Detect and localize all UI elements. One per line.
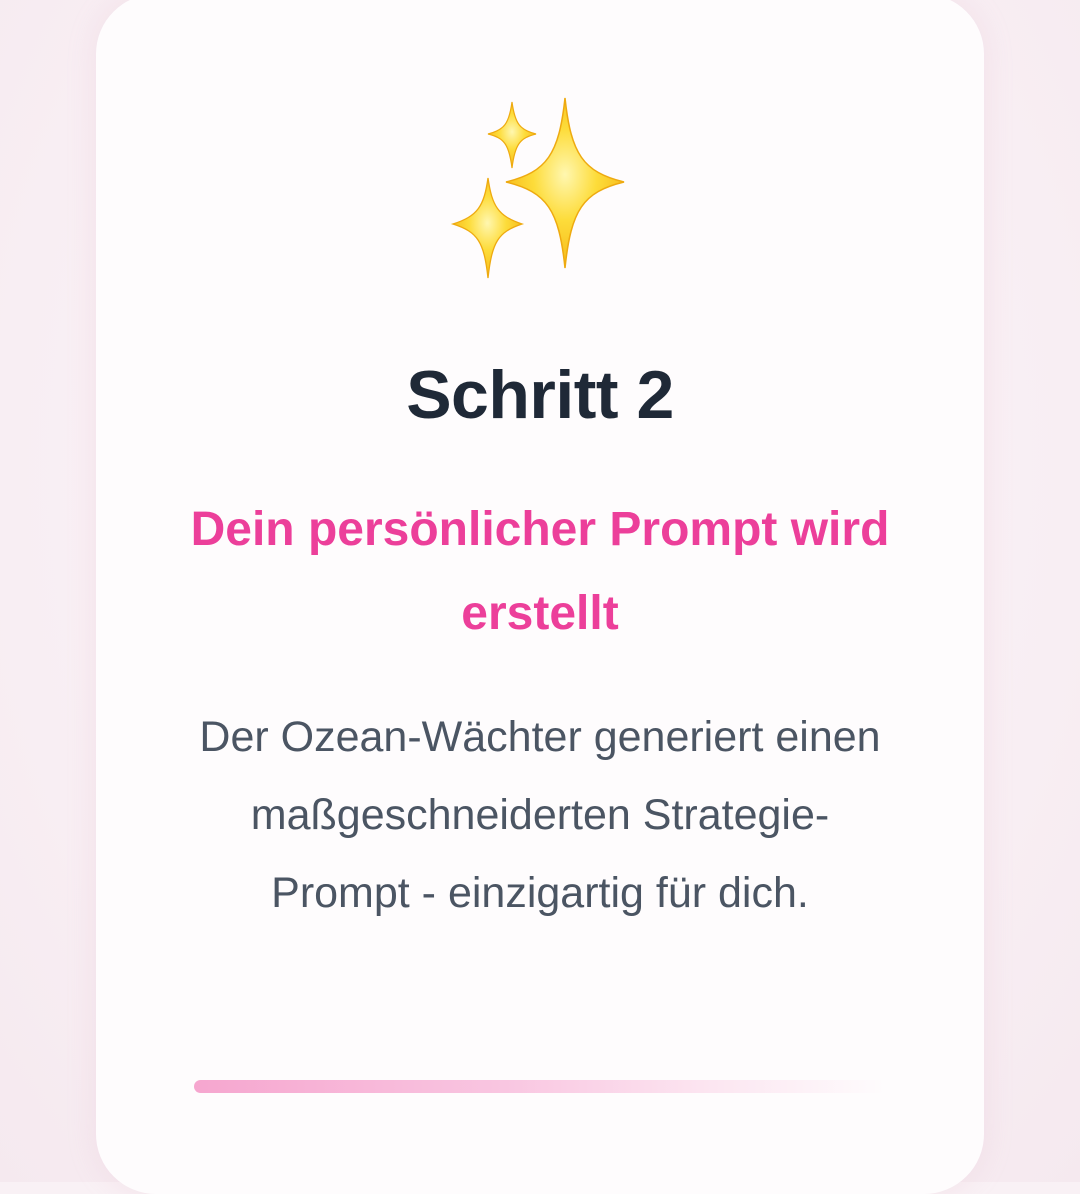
progress-fill xyxy=(194,1080,886,1093)
step-title: Schritt 2 xyxy=(406,357,674,433)
progress-bar xyxy=(194,1080,886,1093)
step-description: Der Ozean-Wächter generiert einen maßges… xyxy=(199,713,881,917)
step-subtitle: Dein persönlicher Prompt wird erstellt xyxy=(190,503,890,640)
sparkles-icon xyxy=(450,97,625,279)
